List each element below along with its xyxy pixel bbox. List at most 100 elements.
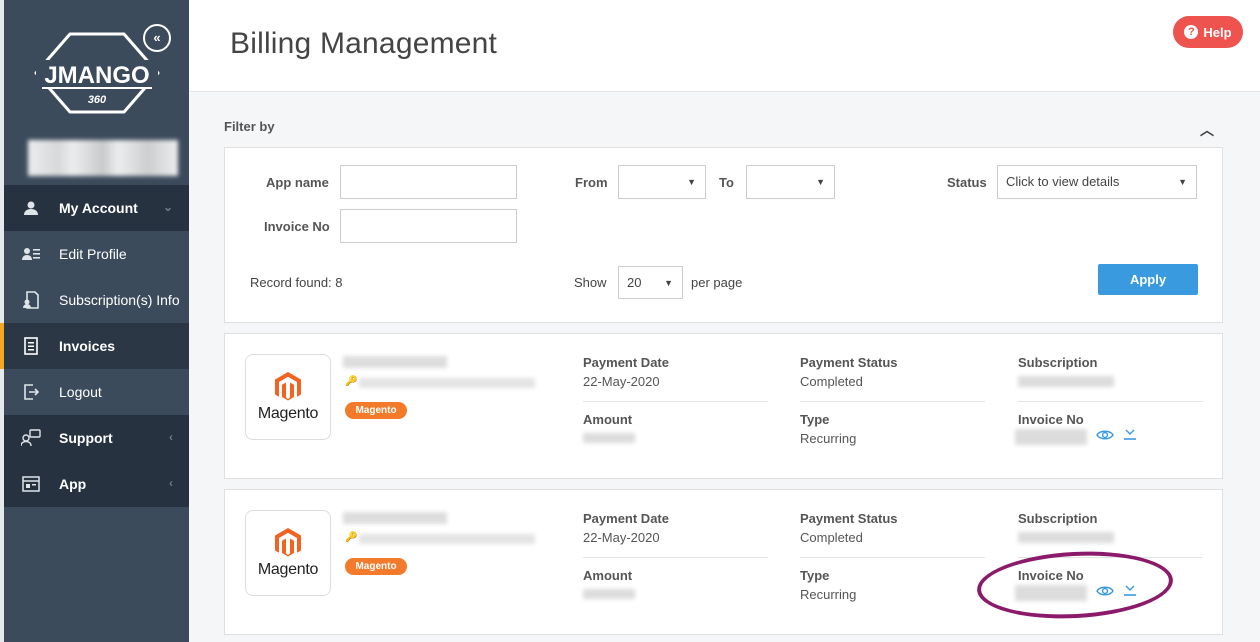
chevron-down-icon: ⌄ bbox=[162, 200, 173, 214]
payment-status-label: Payment Status bbox=[800, 355, 898, 370]
caret-down-icon: ▼ bbox=[687, 177, 696, 187]
blurred-username bbox=[28, 140, 178, 176]
magento-mark-icon bbox=[275, 371, 301, 400]
help-label: Help bbox=[1203, 24, 1232, 40]
sidebar-item-my-account[interactable]: My Account ⌄ bbox=[4, 185, 189, 231]
download-invoice-icon[interactable] bbox=[1123, 428, 1137, 444]
profile-edit-icon bbox=[21, 244, 41, 264]
app-name-input[interactable] bbox=[340, 165, 517, 199]
payment-date-label: Payment Date bbox=[583, 511, 669, 526]
invoice-card: Magento 🔑 Magento Payment Date 22-May-20… bbox=[224, 333, 1223, 479]
type-value: Recurring bbox=[800, 431, 857, 446]
user-icon bbox=[21, 198, 41, 218]
divider bbox=[800, 401, 985, 402]
type-label: Type bbox=[800, 568, 830, 583]
sidebar-item-label: Subscription(s) Info bbox=[59, 292, 180, 308]
key-icon: 🔑 bbox=[345, 376, 358, 387]
sidebar-item-edit-profile[interactable]: Edit Profile bbox=[4, 231, 189, 277]
sidebar-item-invoices[interactable]: Invoices bbox=[0, 323, 189, 369]
apply-button[interactable]: Apply bbox=[1098, 264, 1198, 295]
page-size-value: 20 bbox=[627, 275, 642, 290]
key-icon: 🔑 bbox=[345, 532, 358, 543]
platform-badge: Magento bbox=[345, 558, 407, 575]
blurred-amount bbox=[583, 589, 635, 599]
invoice-no-label: Invoice No bbox=[264, 219, 330, 234]
sidebar-item-support[interactable]: Support ‹ bbox=[4, 415, 189, 461]
view-invoice-eye-icon[interactable] bbox=[1096, 428, 1114, 445]
blurred-subscription bbox=[1018, 532, 1114, 543]
logout-icon bbox=[21, 382, 41, 402]
blurred-app-name bbox=[343, 356, 447, 368]
chevron-left-icon: ‹ bbox=[169, 430, 173, 444]
type-label: Type bbox=[800, 412, 830, 427]
payment-status-label: Payment Status bbox=[800, 511, 898, 526]
show-label: Show bbox=[574, 275, 607, 290]
subscription-label: Subscription bbox=[1018, 355, 1098, 370]
invoice-no-label: Invoice No bbox=[1018, 412, 1084, 427]
main-content: Filter by ︿ App name Invoice No From ▼ T… bbox=[189, 92, 1260, 642]
sidebar-item-app[interactable]: App ‹ bbox=[4, 461, 189, 507]
amount-label: Amount bbox=[583, 568, 633, 583]
sidebar: « JMANGO 360 My Account ⌄ Edit Profile S… bbox=[0, 0, 189, 642]
platform-badge: Magento bbox=[345, 402, 407, 419]
caret-down-icon: ▼ bbox=[664, 278, 673, 288]
per-page-label: per page bbox=[691, 275, 743, 290]
divider bbox=[583, 401, 768, 402]
sidebar-item-label: Logout bbox=[59, 384, 102, 400]
support-icon bbox=[21, 428, 41, 448]
caret-down-icon: ▼ bbox=[816, 177, 825, 187]
sidebar-item-subscription-info[interactable]: Subscription(s) Info bbox=[4, 277, 189, 323]
caret-down-icon: ▼ bbox=[1178, 177, 1187, 187]
divider bbox=[1018, 401, 1203, 402]
page-size-select[interactable]: 20 ▼ bbox=[618, 266, 683, 299]
divider bbox=[800, 557, 985, 558]
sidebar-item-label: Invoices bbox=[59, 338, 116, 354]
app-icon bbox=[21, 474, 41, 494]
sidebar-nav: My Account ⌄ Edit Profile Subscription(s… bbox=[0, 185, 189, 507]
payment-date-value: 22-May-2020 bbox=[583, 530, 660, 545]
subscription-label: Subscription bbox=[1018, 511, 1098, 526]
invoice-no-input[interactable] bbox=[340, 209, 517, 243]
blurred-subscription bbox=[1018, 376, 1114, 387]
help-button[interactable]: ? Help bbox=[1173, 16, 1243, 48]
chevron-left-icon: ‹ bbox=[169, 476, 173, 490]
page-header: Billing Management ? Help bbox=[189, 0, 1260, 92]
sidebar-item-label: My Account bbox=[59, 200, 138, 216]
platform-name: Magento bbox=[257, 560, 319, 578]
from-date-select[interactable]: ▼ bbox=[618, 165, 706, 199]
magento-logo: Magento bbox=[245, 354, 331, 440]
to-label: To bbox=[719, 175, 734, 190]
blurred-app-url bbox=[359, 378, 535, 388]
svg-text:JMANGO: JMANGO bbox=[44, 62, 149, 89]
svg-text:360: 360 bbox=[88, 94, 107, 106]
filter-panel: App name Invoice No From ▼ To ▼ Status C… bbox=[224, 147, 1223, 323]
subscription-icon bbox=[21, 290, 41, 310]
app-name-label: App name bbox=[266, 175, 329, 190]
sidebar-item-label: App bbox=[59, 476, 87, 492]
status-select-value: Click to view details bbox=[1006, 174, 1120, 189]
payment-date-label: Payment Date bbox=[583, 355, 669, 370]
type-value: Recurring bbox=[800, 587, 857, 602]
magento-mark-icon bbox=[275, 527, 301, 556]
blurred-app-url bbox=[359, 534, 535, 544]
payment-status-value: Completed bbox=[800, 530, 863, 545]
status-select[interactable]: Click to view details ▼ bbox=[997, 165, 1197, 199]
to-date-select[interactable]: ▼ bbox=[746, 165, 835, 199]
sidebar-item-label: Edit Profile bbox=[59, 246, 127, 262]
magento-logo: Magento bbox=[245, 510, 331, 596]
logo-area: « JMANGO 360 bbox=[4, 0, 189, 176]
jmango-logo: JMANGO 360 bbox=[34, 32, 160, 114]
page-title: Billing Management bbox=[230, 27, 498, 60]
payment-status-value: Completed bbox=[800, 374, 863, 389]
amount-label: Amount bbox=[583, 412, 633, 427]
sidebar-item-logout[interactable]: Logout bbox=[4, 369, 189, 415]
sidebar-item-label: Support bbox=[59, 430, 113, 446]
from-label: From bbox=[575, 175, 608, 190]
invoice-icon bbox=[21, 336, 41, 356]
question-icon: ? bbox=[1184, 25, 1199, 39]
blurred-invoice-no bbox=[1015, 429, 1087, 445]
chevron-up-icon[interactable]: ︿ bbox=[1200, 120, 1214, 140]
blurred-app-name bbox=[343, 512, 447, 524]
status-label: Status bbox=[947, 175, 987, 190]
record-count: Record found: 8 bbox=[250, 275, 343, 290]
